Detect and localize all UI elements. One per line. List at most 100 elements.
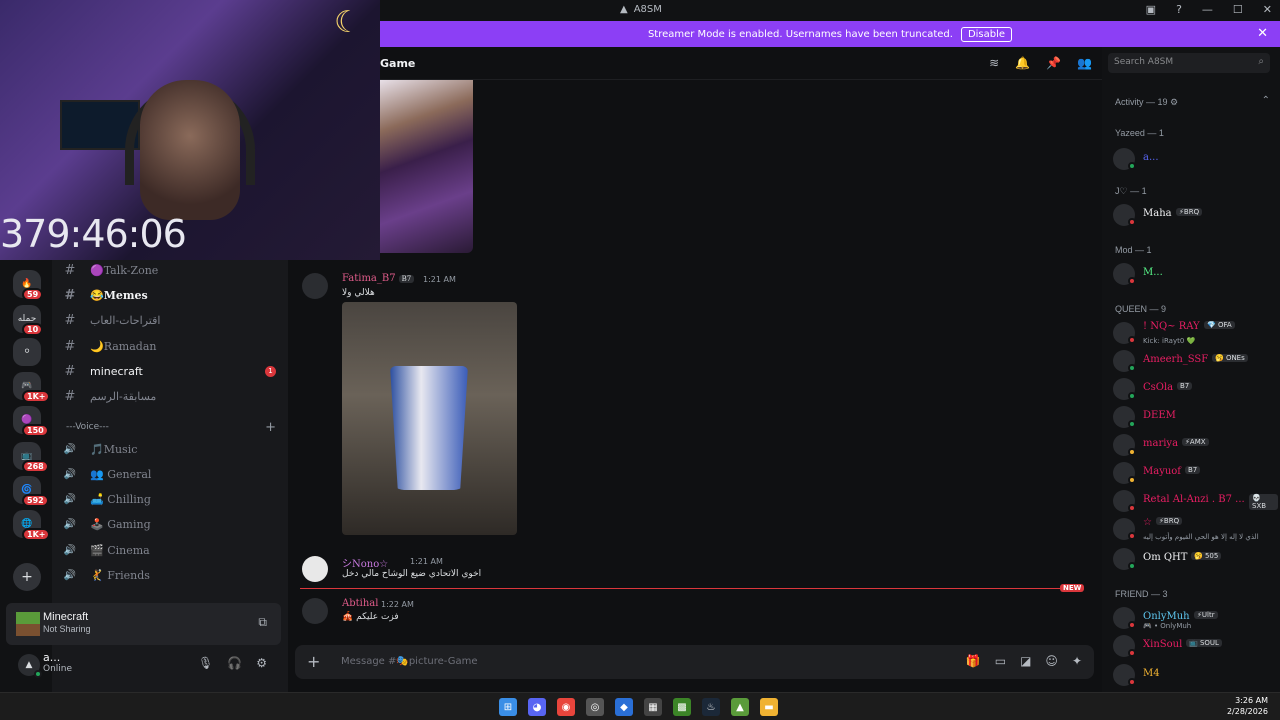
screen-share-icon[interactable]: ⧉ [258, 615, 267, 630]
member-item[interactable]: M... [1113, 261, 1278, 285]
speaker-icon: 🔊 [63, 569, 77, 581]
member-item[interactable]: Om QHT 🥱 505 [1113, 546, 1278, 570]
member-item[interactable]: OnlyMuh ⚡Ultr 🎮 • OnlyMuh [1113, 605, 1278, 630]
member-tag: 📺 SOUL [1186, 639, 1222, 647]
disable-streamer-mode-button[interactable]: Disable [960, 26, 1013, 42]
avatar[interactable] [302, 273, 328, 299]
gift-icon[interactable]: 🎁 [966, 654, 981, 668]
activity-game: Minecraft [43, 611, 89, 623]
member-item[interactable]: ☆ ⚡BRQ الذي لا إله إلا هو الحي القيوم وأتو… [1113, 516, 1278, 541]
status-dot [1128, 621, 1136, 629]
headphones-icon[interactable]: 🎧 [227, 656, 242, 670]
close-button[interactable]: ✕ [1263, 3, 1272, 16]
message-author[interactable]: Abtihal [342, 598, 378, 609]
pin-icon[interactable]: 📌 [1046, 56, 1061, 70]
channel-label: 🛋️ Chilling [90, 492, 151, 506]
image-attachment-cup[interactable] [342, 302, 517, 535]
voice-category[interactable]: ---Voice--- [66, 422, 109, 432]
user-status: Online [43, 664, 73, 674]
member-name: CsOla [1143, 382, 1174, 393]
member-activity: Kick: iRayt0 💚 [1143, 337, 1196, 345]
settings-gear-icon[interactable]: ⚙ [256, 656, 267, 670]
channel-item[interactable]: # minecraft 1 [60, 360, 282, 382]
chrome-icon[interactable]: ◉ [557, 698, 575, 716]
member-list-icon[interactable]: 👥 [1077, 56, 1092, 70]
add-attachment-icon[interactable]: + [307, 652, 320, 671]
file-explorer-icon[interactable]: ▬ [760, 698, 778, 716]
maximize-button[interactable]: ☐ [1233, 3, 1243, 16]
channel-item[interactable]: # 🟣Talk-Zone [60, 259, 282, 281]
member-tag: ⚡AMX [1182, 438, 1209, 446]
search-input[interactable]: Search A8SM ⌕ [1108, 53, 1270, 73]
obs-icon[interactable]: ◎ [586, 698, 604, 716]
member-activity: 🎮 • OnlyMuh [1143, 622, 1192, 630]
collapse-icon[interactable]: ⌃ [1262, 95, 1270, 106]
member-tag: 🥱 ONEs [1212, 354, 1248, 362]
channel-item[interactable]: # 🌙Ramadan [60, 335, 282, 357]
member-tag: 💀 SXB [1249, 494, 1278, 510]
status-dot [1128, 476, 1136, 484]
avatar[interactable] [302, 556, 328, 582]
app-icon[interactable]: ▦ [644, 698, 662, 716]
member-item[interactable]: a... [1113, 146, 1278, 170]
activity-header[interactable]: Activity — 19 ⚙ [1115, 97, 1178, 108]
sticker-icon[interactable]: ◪ [1020, 654, 1031, 668]
channel-item[interactable]: # 😂Memes [60, 284, 282, 306]
member-item[interactable]: Retal Al-Anzi . B7 ... 💀 SXB [1113, 488, 1278, 512]
system-clock[interactable]: 3:26 AM 2/28/2026 [1227, 695, 1268, 717]
voice-channel-item[interactable]: 🔊 🤾 Friends [60, 564, 282, 586]
member-item[interactable]: Mayuof B7 [1113, 460, 1278, 484]
browser-icon[interactable]: ◆ [615, 698, 633, 716]
member-tag: 🥱 505 [1191, 552, 1222, 560]
message-timestamp: 1:21 AM [410, 557, 443, 566]
channel-label: مسابقة-الرسم [90, 389, 157, 403]
microphone-icon[interactable]: 🎙 [198, 656, 213, 670]
message-author[interactable]: シNono☆ [342, 555, 388, 570]
apps-icon[interactable]: ✦ [1072, 654, 1082, 668]
new-badge: NEW [1060, 584, 1085, 592]
message-author[interactable]: Fatima_B7 B7 [342, 273, 415, 284]
minimize-button[interactable]: — [1202, 3, 1213, 16]
gif-icon[interactable]: ▭ [995, 654, 1006, 668]
inbox-icon[interactable]: ▣ [1146, 3, 1156, 16]
notification-bell-icon[interactable]: 🔔 [1015, 56, 1030, 70]
channel-item[interactable]: # اقتراحات-العاب [60, 309, 282, 331]
channel-item[interactable]: # مسابقة-الرسم [60, 385, 282, 407]
username[interactable]: a... [43, 651, 60, 664]
voice-channel-item[interactable]: 🔊 🛋️ Chilling [60, 488, 282, 510]
add-server-icon[interactable]: + [13, 563, 41, 591]
minecraft-icon[interactable]: ▩ [673, 698, 691, 716]
message-composer[interactable]: + Message #🎭picture-Game 🎁 ▭ ◪ ☺ ✦ [295, 645, 1094, 679]
discord-icon[interactable]: ◕ [528, 698, 546, 716]
os-taskbar: 3:26 AM 2/28/2026 ⊞ ◕ ◉ ◎ ◆ ▦ ▩ ♨ ▲ ▬ [0, 692, 1280, 720]
game-icon[interactable]: ▲ [731, 698, 749, 716]
add-channel-icon[interactable]: + [265, 420, 276, 435]
member-item[interactable]: XinSoul 📺 SOUL [1113, 633, 1278, 657]
voice-channel-item[interactable]: 🔊 🎵Music [60, 438, 282, 460]
help-icon[interactable]: ? [1176, 3, 1182, 16]
hash-icon: # [64, 363, 76, 379]
member-item[interactable]: M4 [1113, 662, 1278, 686]
status-dot [1128, 562, 1136, 570]
image-attachment[interactable] [380, 80, 473, 253]
steam-icon[interactable]: ♨ [702, 698, 720, 716]
emoji-icon[interactable]: ☺ [1045, 654, 1058, 668]
voice-channel-item[interactable]: 🔊 🕹️ Gaming [60, 513, 282, 535]
member-item[interactable]: mariya ⚡AMX [1113, 432, 1278, 456]
member-item[interactable]: CsOla B7 [1113, 376, 1278, 400]
server-icon[interactable]: ⚪ [13, 338, 41, 366]
member-name: a... [1143, 152, 1159, 163]
voice-channel-item[interactable]: 🔊 👥 General [60, 463, 282, 485]
member-item[interactable]: DEEM [1113, 404, 1278, 428]
close-banner-icon[interactable]: ✕ [1257, 26, 1268, 41]
avatar[interactable] [302, 598, 328, 624]
threads-icon[interactable]: ≋ [989, 56, 999, 70]
member-item[interactable]: Ameerh_SSF 🥱 ONEs [1113, 348, 1278, 372]
windows-start-icon[interactable]: ⊞ [499, 698, 517, 716]
mention-badge: 1 [265, 365, 276, 377]
status-dot [1128, 392, 1136, 400]
member-item[interactable]: Maha ⚡BRQ [1113, 202, 1278, 226]
member-item[interactable]: ! NQ~ RAY 💎 OFA Kick: iRayt0 💚 [1113, 320, 1278, 345]
status-dot [1128, 364, 1136, 372]
voice-channel-item[interactable]: 🔊 🎬 Cinema [60, 539, 282, 561]
